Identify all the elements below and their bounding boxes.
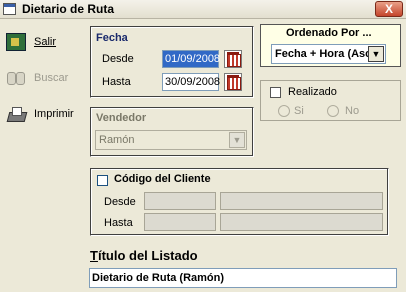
ordenado-select[interactable]: Fecha + Hora (Asc ▼ — [271, 44, 386, 64]
title-bar: Dietario de Ruta X — [0, 0, 406, 19]
chevron-down-icon[interactable]: ▼ — [368, 46, 384, 62]
fecha-hasta-label: Hasta — [102, 76, 131, 88]
cliente-desde-label: Desde — [104, 196, 136, 208]
calendar-hasta-icon[interactable] — [224, 73, 242, 91]
imprimir-button[interactable]: Imprimir — [2, 101, 78, 127]
cliente-desde-code[interactable] — [144, 192, 216, 210]
fecha-desde-label: Desde — [102, 53, 134, 65]
salir-label: Salir — [34, 36, 57, 48]
realizado-panel: Realizado Si No — [260, 80, 401, 121]
buscar-label: Buscar — [34, 72, 69, 84]
side-toolbar: Salir Buscar Imprimir — [0, 19, 82, 292]
fecha-desde-input[interactable]: 01/09/2008 — [162, 50, 220, 68]
window-title: Dietario de Ruta — [22, 2, 115, 16]
realizado-label: Realizado — [288, 86, 337, 98]
cliente-desde-name[interactable] — [220, 192, 383, 210]
salir-button[interactable]: Salir — [2, 29, 78, 55]
cliente-hasta-code[interactable] — [144, 213, 216, 231]
close-button[interactable]: X — [375, 1, 403, 17]
cliente-hasta-label: Hasta — [104, 217, 133, 229]
vendedor-label: Vendedor — [96, 112, 147, 124]
cliente-checkbox[interactable] — [97, 175, 108, 186]
realizado-checkbox[interactable] — [270, 87, 281, 98]
realizado-no-label: No — [345, 105, 360, 117]
exit-icon — [6, 33, 26, 51]
realizado-si-radio[interactable] — [278, 105, 290, 117]
fecha-hasta-input[interactable]: 30/09/2008 — [162, 73, 220, 91]
realizado-si-label: Si — [294, 105, 304, 117]
chevron-down-icon[interactable]: ▼ — [229, 132, 245, 148]
ordenado-panel: Ordenado Por ... Fecha + Hora (Asc ▼ — [260, 24, 401, 67]
cliente-label: Código del Cliente — [114, 173, 211, 185]
realizado-no-radio[interactable] — [327, 105, 339, 117]
titulo-label-accel: T — [90, 248, 98, 263]
fecha-label: Fecha — [96, 32, 128, 44]
vendedor-value: Ramón — [99, 134, 135, 146]
titulo-label-rest: ítulo del Listado — [97, 248, 198, 263]
window-icon — [3, 3, 16, 15]
calendar-desde-icon[interactable] — [224, 50, 242, 68]
binoculars-icon — [6, 69, 26, 87]
titulo-input[interactable]: Dietario de Ruta (Ramón) — [89, 268, 397, 288]
cliente-hasta-name[interactable] — [220, 213, 383, 231]
ordenado-value: Fecha + Hora (Asc — [275, 48, 370, 60]
vendedor-select[interactable]: Ramón ▼ — [95, 130, 247, 150]
printer-icon — [6, 105, 26, 123]
titulo-label: Título del Listado — [90, 248, 198, 263]
ordenado-label: Ordenado Por ... — [286, 27, 372, 39]
buscar-button[interactable]: Buscar — [2, 65, 78, 91]
imprimir-label: Imprimir — [34, 108, 74, 120]
